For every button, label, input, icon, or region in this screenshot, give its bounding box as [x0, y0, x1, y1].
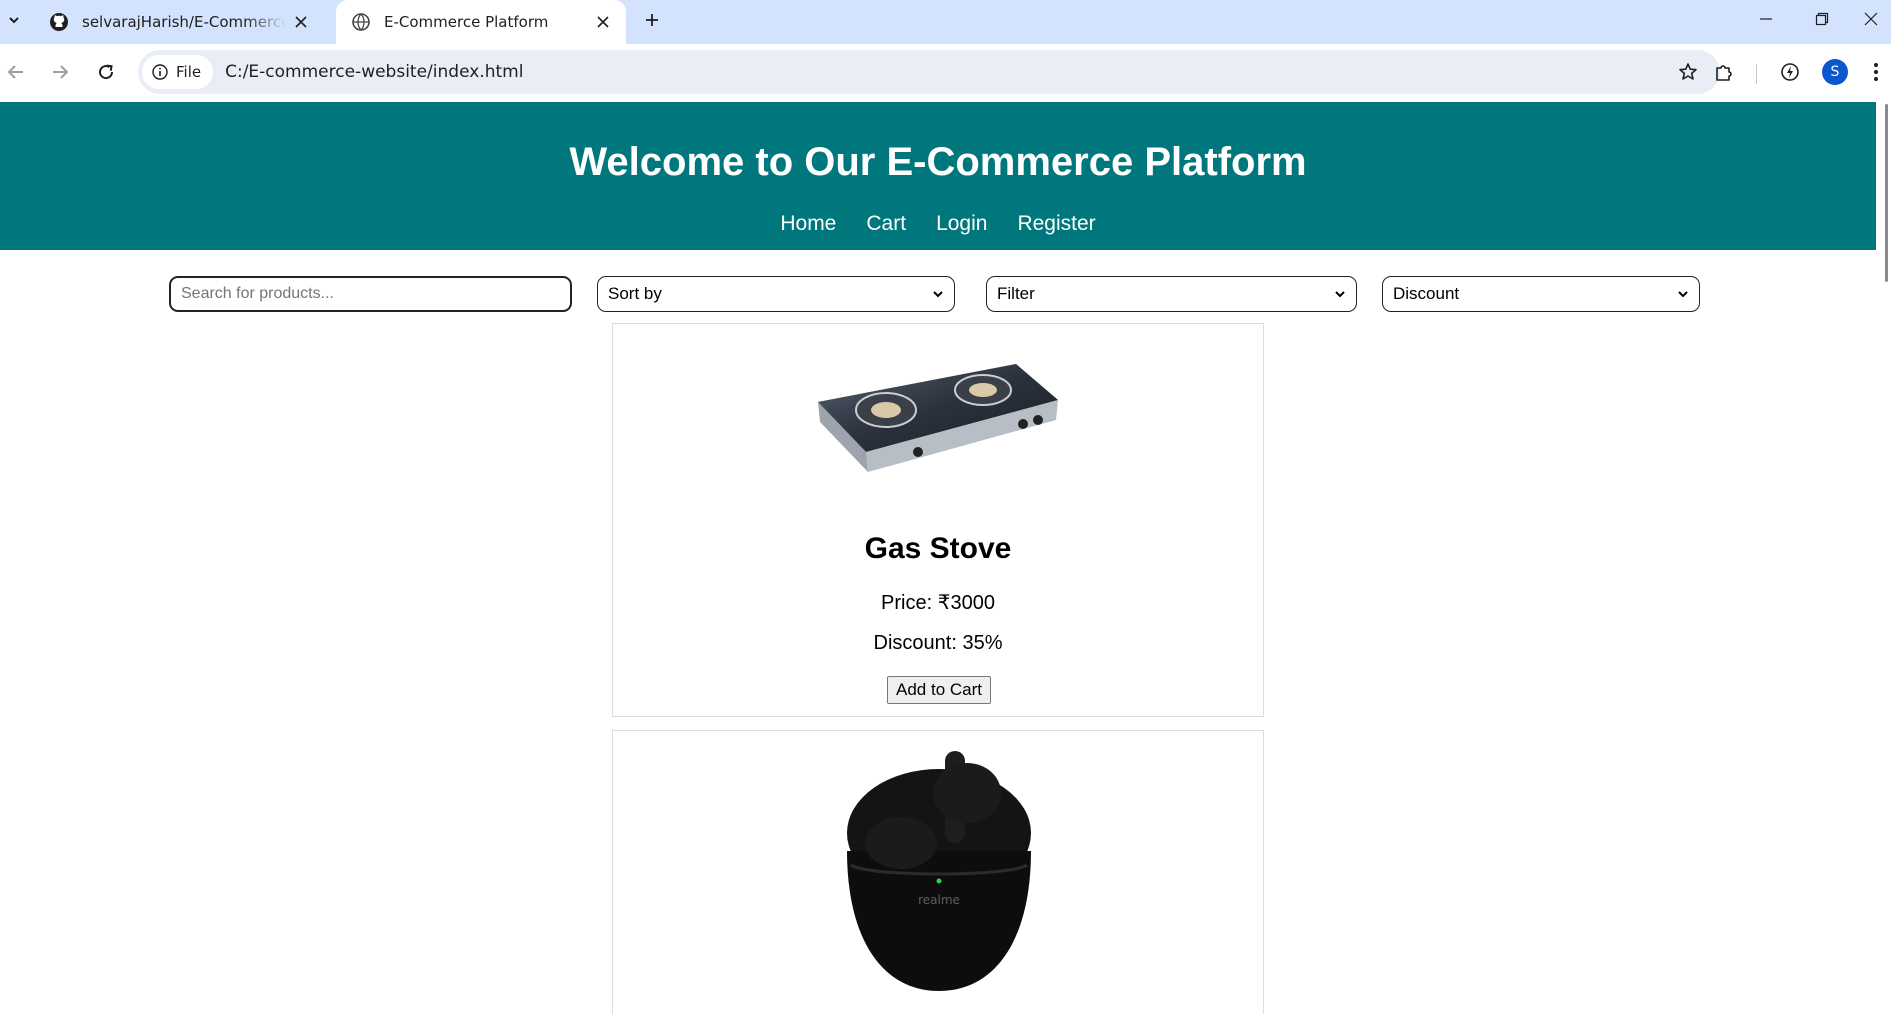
extensions-button[interactable] — [1704, 52, 1744, 92]
chevron-down-icon — [9, 17, 19, 24]
nav-link-cart[interactable]: Cart — [866, 212, 906, 236]
nav-link-register[interactable]: Register — [1017, 212, 1095, 236]
info-icon — [152, 64, 168, 80]
brand-mark: realme — [918, 893, 960, 907]
close-icon[interactable] — [588, 7, 618, 37]
scrollbar-thumb[interactable] — [1885, 104, 1888, 282]
page-scrollbar[interactable] — [1876, 102, 1891, 1014]
filter-select[interactable]: Filter — [986, 276, 1357, 312]
page-viewport: Welcome to Our E-Commerce Platform Home … — [0, 102, 1891, 1014]
restore-icon — [1815, 12, 1829, 26]
site-nav: Home Cart Login Register — [0, 212, 1876, 236]
product-name: Gas Stove — [864, 532, 1012, 565]
chevron-down-icon — [933, 291, 943, 298]
add-to-cart-button[interactable]: Add to Cart — [887, 676, 991, 704]
sort-select[interactable]: Sort by — [597, 276, 955, 312]
arrow-right-icon — [53, 65, 69, 79]
filter-select-value: Filter — [997, 284, 1035, 303]
toolbar-divider — [1756, 64, 1757, 84]
plus-icon — [646, 14, 658, 26]
tab-title: selvarajHarish/E-Commerce-website — [82, 13, 286, 31]
product-controls: Search for products... Sort by Filter Di… — [0, 276, 1891, 312]
close-icon[interactable] — [286, 7, 316, 37]
nav-link-login[interactable]: Login — [936, 212, 987, 236]
speedometer-icon — [1781, 63, 1799, 81]
tab-title: E-Commerce Platform — [384, 13, 549, 31]
address-bar[interactable]: File C:/E-commerce-website/index.html — [138, 50, 1720, 94]
minimize-button[interactable] — [1738, 0, 1794, 38]
page-title: Welcome to Our E-Commerce Platform — [569, 140, 1307, 184]
more-vertical-icon — [1873, 63, 1878, 81]
browser-menu-button[interactable] — [1860, 52, 1891, 92]
reload-icon — [99, 64, 114, 80]
bookmark-star-button[interactable] — [1674, 58, 1702, 86]
discount-select-value: Discount — [1393, 284, 1460, 303]
tab-search-button[interactable] — [0, 0, 28, 40]
puzzle-icon — [1716, 65, 1732, 81]
close-icon — [1864, 12, 1877, 26]
avatar: S — [1822, 59, 1848, 85]
search-input[interactable]: Search for products... — [169, 276, 572, 312]
discount-select[interactable]: Discount — [1382, 276, 1700, 312]
forward-button[interactable] — [40, 52, 80, 92]
gas-stove-image — [818, 364, 1058, 472]
reload-button[interactable] — [86, 52, 126, 92]
profile-button[interactable]: S — [1815, 52, 1855, 92]
chevron-down-icon — [1678, 291, 1688, 298]
globe-icon — [350, 11, 372, 33]
product-card: Gas Stove Price: ₹3000 Discount: 35% Add… — [612, 323, 1264, 717]
product-discount: Discount: 35% — [873, 632, 1003, 654]
github-icon — [48, 11, 70, 33]
back-button[interactable] — [0, 52, 36, 92]
site-header: Welcome to Our E-Commerce Platform Home … — [0, 102, 1891, 250]
arrow-left-icon — [7, 65, 23, 79]
performance-button[interactable] — [1770, 52, 1810, 92]
browser-toolbar: File C:/E-commerce-website/index.html S — [0, 44, 1891, 102]
close-window-button[interactable] — [1850, 0, 1891, 38]
minimize-icon — [1760, 18, 1772, 20]
nav-link-home[interactable]: Home — [780, 212, 836, 236]
url-text: C:/E-commerce-website/index.html — [225, 62, 524, 82]
chip-label: File — [176, 63, 202, 81]
browser-tab-strip: selvarajHarish/E-Commerce-website E-Comm… — [0, 0, 1891, 44]
product-price: Price: ₹3000 — [881, 592, 995, 614]
new-tab-button[interactable] — [636, 4, 668, 36]
product-card: realme — [612, 730, 1264, 1014]
site-info-chip[interactable]: File — [142, 55, 214, 89]
tab-github[interactable]: selvarajHarish/E-Commerce-website — [34, 0, 324, 44]
tab-ecommerce[interactable]: E-Commerce Platform — [336, 0, 626, 44]
restore-button[interactable] — [1794, 0, 1850, 38]
star-icon — [1679, 63, 1697, 80]
earbuds-image: realme — [847, 751, 1031, 991]
chevron-down-icon — [1335, 291, 1345, 298]
sort-select-value: Sort by — [608, 284, 662, 303]
